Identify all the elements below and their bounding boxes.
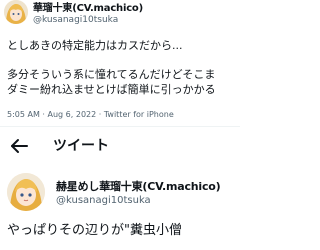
tweet-text-line-3: ダミー紛れ込ませとけば簡単に引っかかる	[7, 83, 216, 96]
author-handle[interactable]: @kusanagi10tsuka	[33, 15, 118, 25]
tweet-text-line-1: としあきの特定能力はカスだから...	[7, 39, 183, 52]
quoted-tweet[interactable]: 華瑠十東(CV.machico) @kusanagi10tsuka としあきの特…	[0, 0, 240, 128]
page-title: ツイート	[53, 138, 109, 154]
tweet-timestamp[interactable]: 5:05 AM · Aug 6, 2022 · Twitter for iPho…	[7, 110, 174, 120]
tweet-text-line-2: 多分そういう系に憧れてるんだけどそこま	[7, 68, 216, 81]
back-arrow-icon	[11, 139, 28, 153]
avatar-image	[7, 173, 45, 211]
author-avatar[interactable]	[7, 173, 45, 211]
author-handle[interactable]: @kusanagi10tsuka	[56, 195, 151, 207]
author-name[interactable]: 華瑠十東(CV.machico)	[33, 3, 143, 14]
back-button[interactable]	[8, 136, 30, 156]
avatar-image	[4, 0, 28, 24]
author-name[interactable]: 赫星めし華瑠十東(CV.machico)	[56, 180, 221, 193]
tweet-text: やっぱりその辺りが"糞虫小僧	[7, 223, 182, 238]
header-bar: ツイート	[0, 127, 240, 165]
author-avatar[interactable]	[4, 0, 28, 24]
